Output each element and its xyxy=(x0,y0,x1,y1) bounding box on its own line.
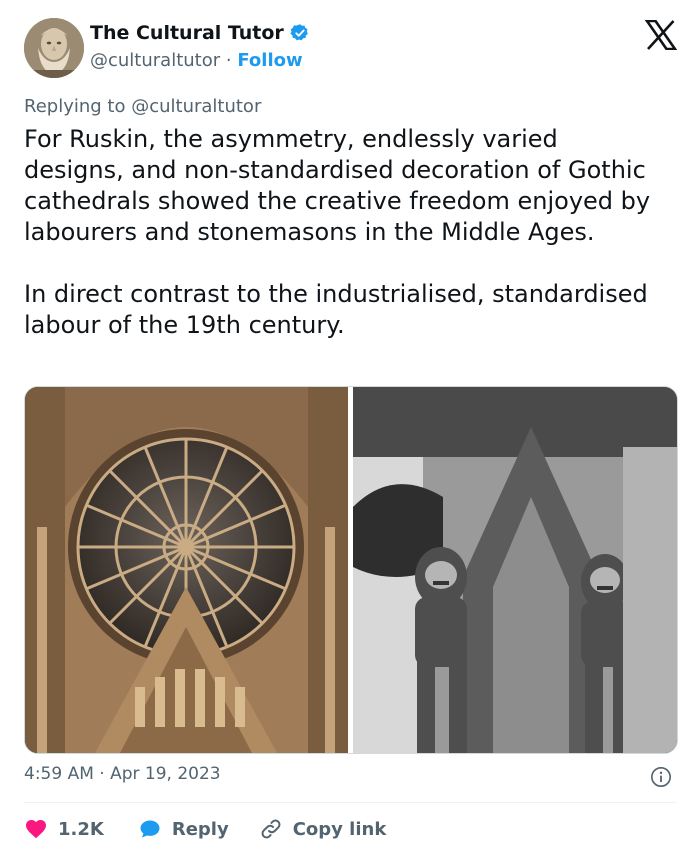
tweet-paragraph-2: In direct contrast to the industrialised… xyxy=(24,280,648,339)
follow-button[interactable]: Follow xyxy=(237,50,302,71)
like-button[interactable]: 1.2K xyxy=(24,817,104,841)
tweet-text: For Ruskin, the asymmetry, endlessly var… xyxy=(24,124,664,341)
bust-portrait-avatar xyxy=(24,18,84,78)
tweet-card: The Cultural Tutor @culturaltutor · Foll… xyxy=(0,0,700,856)
speech-bubble-icon xyxy=(140,820,160,838)
reply-label: Reply xyxy=(171,818,229,840)
author-name[interactable]: The Cultural Tutor xyxy=(90,22,310,44)
info-icon[interactable] xyxy=(650,766,672,788)
author-avatar[interactable] xyxy=(24,18,84,78)
reply-button[interactable]: Reply xyxy=(138,817,229,841)
x-logo-icon[interactable] xyxy=(645,20,677,50)
like-count: 1.2K xyxy=(58,818,104,840)
heart-icon xyxy=(26,820,46,839)
verified-badge-icon xyxy=(290,24,308,41)
handle-separator: · xyxy=(225,50,232,71)
author-name-text[interactable]: The Cultural Tutor xyxy=(90,22,284,44)
copy-link-label: Copy link xyxy=(292,818,387,840)
tweet-paragraph-1: For Ruskin, the asymmetry, endlessly var… xyxy=(24,125,651,246)
action-bar: 1.2K Reply Copy link xyxy=(24,814,386,844)
gothic-rose-window-photo[interactable] xyxy=(25,387,348,753)
reply-context: Replying to @culturaltutor xyxy=(24,96,262,117)
author-handle-row: @culturaltutor · Follow xyxy=(90,50,303,71)
divider xyxy=(24,802,676,803)
author-handle[interactable]: @culturaltutor xyxy=(90,50,220,71)
link-icon xyxy=(261,819,281,839)
tweet-media[interactable] xyxy=(24,386,678,754)
stone-gargoyles-photo[interactable] xyxy=(353,387,677,753)
copy-link-button[interactable]: Copy link xyxy=(259,817,387,841)
tweet-timestamp[interactable]: 4:59 AM · Apr 19, 2023 xyxy=(24,764,221,784)
